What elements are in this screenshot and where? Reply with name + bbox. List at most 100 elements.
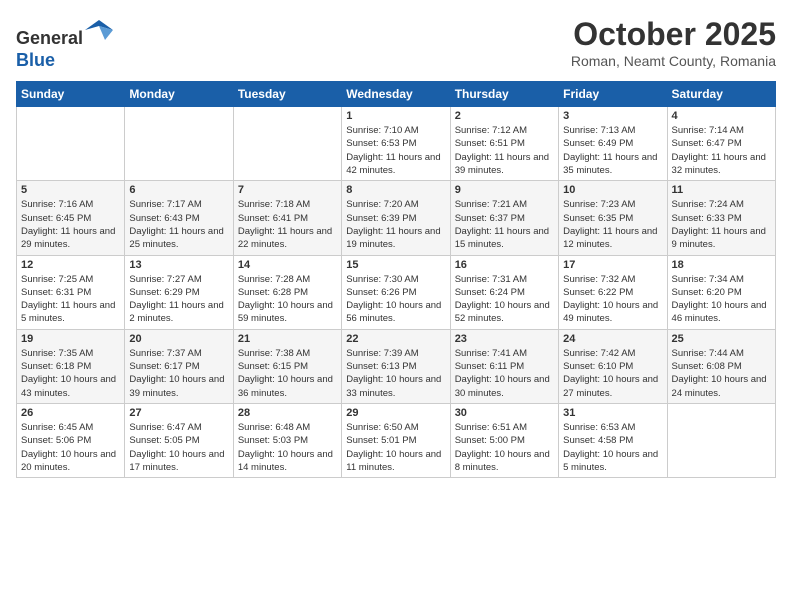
day-info: Sunrise: 7:13 AM Sunset: 6:49 PM Dayligh… <box>563 124 662 177</box>
calendar-cell: 6 Sunrise: 7:17 AM Sunset: 6:43 PM Daylig… <box>125 181 233 255</box>
calendar-cell: 13 Sunrise: 7:27 AM Sunset: 6:29 PM Dayli… <box>125 255 233 329</box>
day-number: 14 <box>238 259 337 271</box>
day-info: Sunrise: 7:18 AM Sunset: 6:41 PM Dayligh… <box>238 198 337 251</box>
day-number: 16 <box>455 259 554 271</box>
day-info: Sunrise: 7:12 AM Sunset: 6:51 PM Dayligh… <box>455 124 554 177</box>
day-info: Sunrise: 6:45 AM Sunset: 5:06 PM Dayligh… <box>21 421 120 474</box>
calendar-cell: 18 Sunrise: 7:34 AM Sunset: 6:20 PM Dayli… <box>667 255 775 329</box>
day-number: 27 <box>129 407 228 419</box>
calendar-cell <box>125 107 233 181</box>
calendar-cell: 5 Sunrise: 7:16 AM Sunset: 6:45 PM Daylig… <box>17 181 125 255</box>
calendar-cell: 17 Sunrise: 7:32 AM Sunset: 6:22 PM Dayli… <box>559 255 667 329</box>
day-number: 7 <box>238 184 337 196</box>
day-info: Sunrise: 7:14 AM Sunset: 6:47 PM Dayligh… <box>672 124 771 177</box>
day-number: 10 <box>563 184 662 196</box>
calendar-cell: 4 Sunrise: 7:14 AM Sunset: 6:47 PM Daylig… <box>667 107 775 181</box>
day-number: 26 <box>21 407 120 419</box>
day-number: 2 <box>455 110 554 122</box>
day-info: Sunrise: 7:37 AM Sunset: 6:17 PM Dayligh… <box>129 347 228 400</box>
day-info: Sunrise: 7:17 AM Sunset: 6:43 PM Dayligh… <box>129 198 228 251</box>
calendar-cell: 23 Sunrise: 7:41 AM Sunset: 6:11 PM Dayli… <box>450 329 558 403</box>
day-info: Sunrise: 7:23 AM Sunset: 6:35 PM Dayligh… <box>563 198 662 251</box>
day-info: Sunrise: 7:27 AM Sunset: 6:29 PM Dayligh… <box>129 273 228 326</box>
day-number: 3 <box>563 110 662 122</box>
day-number: 31 <box>563 407 662 419</box>
calendar-cell: 15Sunrise: 7:30 AM Sunset: 6:26 PM Dayli… <box>342 255 450 329</box>
logo: General Blue <box>16 16 113 71</box>
calendar-table: SundayMondayTuesdayWednesdayThursdayFrid… <box>16 81 776 478</box>
calendar-cell: 27Sunrise: 6:47 AM Sunset: 5:05 PM Dayli… <box>125 403 233 477</box>
day-info: Sunrise: 7:39 AM Sunset: 6:13 PM Dayligh… <box>346 347 445 400</box>
day-number: 13 <box>129 259 228 271</box>
calendar-cell: 10 Sunrise: 7:23 AM Sunset: 6:35 PM Dayli… <box>559 181 667 255</box>
calendar-cell: 3 Sunrise: 7:13 AM Sunset: 6:49 PM Daylig… <box>559 107 667 181</box>
calendar-cell: 26 Sunrise: 6:45 AM Sunset: 5:06 PM Dayli… <box>17 403 125 477</box>
day-info: Sunrise: 6:50 AM Sunset: 5:01 PM Dayligh… <box>346 421 445 474</box>
day-info: Sunrise: 7:31 AM Sunset: 6:24 PM Dayligh… <box>455 273 554 326</box>
calendar-week-row: 19 Sunrise: 7:35 AM Sunset: 6:18 PM Dayli… <box>17 329 776 403</box>
weekday-header-thursday: Thursday <box>450 82 558 107</box>
day-info: Sunrise: 7:44 AM Sunset: 6:08 PM Dayligh… <box>672 347 771 400</box>
location-subtitle: Roman, Neamt County, Romania <box>571 53 776 69</box>
weekday-header-sunday: Sunday <box>17 82 125 107</box>
calendar-cell: 31 Sunrise: 6:53 AM Sunset: 4:58 PM Dayli… <box>559 403 667 477</box>
day-info: Sunrise: 7:20 AM Sunset: 6:39 PM Dayligh… <box>346 198 445 251</box>
calendar-cell <box>667 403 775 477</box>
title-section: October 2025 Roman, Neamt County, Romani… <box>571 16 776 69</box>
calendar-cell: 12Sunrise: 7:25 AM Sunset: 6:31 PM Dayli… <box>17 255 125 329</box>
day-number: 6 <box>129 184 228 196</box>
calendar-week-row: 5 Sunrise: 7:16 AM Sunset: 6:45 PM Daylig… <box>17 181 776 255</box>
calendar-cell: 30 Sunrise: 6:51 AM Sunset: 5:00 PM Dayli… <box>450 403 558 477</box>
day-number: 20 <box>129 333 228 345</box>
day-info: Sunrise: 7:34 AM Sunset: 6:20 PM Dayligh… <box>672 273 771 326</box>
day-info: Sunrise: 7:35 AM Sunset: 6:18 PM Dayligh… <box>21 347 120 400</box>
day-number: 18 <box>672 259 771 271</box>
day-info: Sunrise: 7:28 AM Sunset: 6:28 PM Dayligh… <box>238 273 337 326</box>
calendar-cell: 8Sunrise: 7:20 AM Sunset: 6:39 PM Daylig… <box>342 181 450 255</box>
logo-general: General <box>16 28 83 48</box>
day-number: 17 <box>563 259 662 271</box>
day-number: 28 <box>238 407 337 419</box>
day-number: 30 <box>455 407 554 419</box>
day-number: 15 <box>346 259 445 271</box>
calendar-cell: 16 Sunrise: 7:31 AM Sunset: 6:24 PM Dayli… <box>450 255 558 329</box>
day-number: 25 <box>672 333 771 345</box>
day-info: Sunrise: 6:53 AM Sunset: 4:58 PM Dayligh… <box>563 421 662 474</box>
day-info: Sunrise: 6:48 AM Sunset: 5:03 PM Dayligh… <box>238 421 337 474</box>
day-info: Sunrise: 7:41 AM Sunset: 6:11 PM Dayligh… <box>455 347 554 400</box>
calendar-week-row: 12Sunrise: 7:25 AM Sunset: 6:31 PM Dayli… <box>17 255 776 329</box>
calendar-cell: 20 Sunrise: 7:37 AM Sunset: 6:17 PM Dayli… <box>125 329 233 403</box>
day-number: 9 <box>455 184 554 196</box>
calendar-cell: 14 Sunrise: 7:28 AM Sunset: 6:28 PM Dayli… <box>233 255 341 329</box>
logo-bird-icon <box>85 16 113 44</box>
day-info: Sunrise: 7:16 AM Sunset: 6:45 PM Dayligh… <box>21 198 120 251</box>
calendar-cell: 24 Sunrise: 7:42 AM Sunset: 6:10 PM Dayli… <box>559 329 667 403</box>
day-info: Sunrise: 7:38 AM Sunset: 6:15 PM Dayligh… <box>238 347 337 400</box>
day-number: 24 <box>563 333 662 345</box>
day-number: 4 <box>672 110 771 122</box>
calendar-cell: 7 Sunrise: 7:18 AM Sunset: 6:41 PM Daylig… <box>233 181 341 255</box>
calendar-cell: 11Sunrise: 7:24 AM Sunset: 6:33 PM Dayli… <box>667 181 775 255</box>
day-number: 19 <box>21 333 120 345</box>
weekday-header-wednesday: Wednesday <box>342 82 450 107</box>
page-header: General Blue October 2025 Roman, Neamt C… <box>16 16 776 71</box>
day-number: 23 <box>455 333 554 345</box>
calendar-cell: 2 Sunrise: 7:12 AM Sunset: 6:51 PM Daylig… <box>450 107 558 181</box>
day-info: Sunrise: 7:32 AM Sunset: 6:22 PM Dayligh… <box>563 273 662 326</box>
calendar-week-row: 1Sunrise: 7:10 AM Sunset: 6:53 PM Daylig… <box>17 107 776 181</box>
day-number: 5 <box>21 184 120 196</box>
calendar-cell: 22Sunrise: 7:39 AM Sunset: 6:13 PM Dayli… <box>342 329 450 403</box>
calendar-week-row: 26 Sunrise: 6:45 AM Sunset: 5:06 PM Dayli… <box>17 403 776 477</box>
calendar-cell <box>233 107 341 181</box>
calendar-cell: 19 Sunrise: 7:35 AM Sunset: 6:18 PM Dayli… <box>17 329 125 403</box>
day-info: Sunrise: 6:51 AM Sunset: 5:00 PM Dayligh… <box>455 421 554 474</box>
day-number: 1 <box>346 110 445 122</box>
calendar-cell: 9Sunrise: 7:21 AM Sunset: 6:37 PM Daylig… <box>450 181 558 255</box>
calendar-cell: 1Sunrise: 7:10 AM Sunset: 6:53 PM Daylig… <box>342 107 450 181</box>
day-info: Sunrise: 7:24 AM Sunset: 6:33 PM Dayligh… <box>672 198 771 251</box>
calendar-cell: 29Sunrise: 6:50 AM Sunset: 5:01 PM Dayli… <box>342 403 450 477</box>
calendar-cell: 25 Sunrise: 7:44 AM Sunset: 6:08 PM Dayli… <box>667 329 775 403</box>
day-info: Sunrise: 7:25 AM Sunset: 6:31 PM Dayligh… <box>21 273 120 326</box>
month-title: October 2025 <box>571 16 776 53</box>
day-info: Sunrise: 7:42 AM Sunset: 6:10 PM Dayligh… <box>563 347 662 400</box>
